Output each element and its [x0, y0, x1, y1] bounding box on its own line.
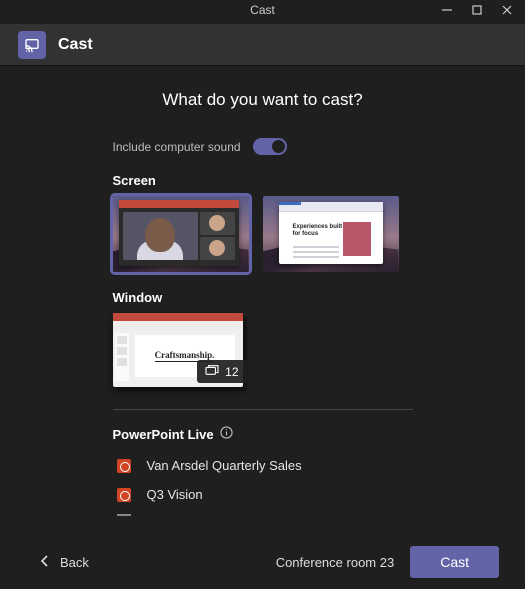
include-sound-toggle[interactable]	[253, 138, 287, 155]
window-title: Cast	[250, 0, 275, 17]
screen-group-label: Screen	[113, 173, 413, 188]
app-title: Cast	[58, 36, 93, 54]
room-name: Conference room 23	[276, 555, 395, 570]
screen-thumbnail-2[interactable]: Experiences built for focus	[263, 196, 399, 272]
screen-thumbnail-1[interactable]	[113, 196, 249, 272]
footer: Back Conference room 23 Cast	[0, 535, 525, 589]
window-count-badge: 12	[197, 360, 246, 383]
pplive-file-name: Q3 Vision	[147, 487, 203, 502]
pplive-file-name: Van Arsdel Quarterly Sales	[147, 458, 302, 473]
close-icon[interactable]	[501, 4, 513, 19]
powerpoint-icon	[117, 488, 131, 502]
include-sound-label: Include computer sound	[113, 140, 241, 154]
pplive-label: PowerPoint Live	[113, 427, 214, 442]
chevron-left-icon	[40, 555, 50, 570]
word-window: Experiences built for focus	[279, 202, 383, 264]
teams-window	[119, 200, 239, 266]
content-section: Include computer sound Screen	[113, 138, 413, 516]
cast-button[interactable]: Cast	[410, 546, 499, 578]
window-group-label: Window	[113, 290, 413, 305]
titlebar: Cast	[0, 0, 525, 24]
window-count: 12	[225, 365, 238, 379]
cast-icon	[18, 31, 46, 59]
window-thumb-wrap: Craftsmanship. 12	[113, 313, 249, 387]
pplive-file-2[interactable]: Q3 Vision	[113, 483, 413, 512]
include-sound-row: Include computer sound	[113, 138, 413, 155]
doc-headline: Experiences built for focus	[293, 224, 345, 238]
maximize-icon[interactable]	[471, 4, 483, 19]
app-header: Cast	[0, 24, 525, 66]
info-icon[interactable]	[220, 426, 233, 442]
back-button[interactable]: Back	[40, 555, 89, 570]
pplive-file-1[interactable]: Van Arsdel Quarterly Sales	[113, 454, 413, 483]
main-panel: What do you want to cast? Include comput…	[0, 66, 525, 516]
toggle-knob	[272, 140, 285, 153]
window-controls	[441, 0, 525, 19]
pplive-header: PowerPoint Live	[113, 426, 413, 442]
back-label: Back	[60, 555, 89, 570]
minimize-icon[interactable]	[441, 4, 453, 19]
stack-icon	[205, 364, 219, 379]
powerpoint-icon	[117, 459, 131, 473]
divider	[113, 409, 413, 410]
screen-thumbnails: Experiences built for focus	[113, 196, 413, 272]
cast-prompt: What do you want to cast?	[0, 90, 525, 110]
pplive-more-indicator	[117, 514, 131, 516]
